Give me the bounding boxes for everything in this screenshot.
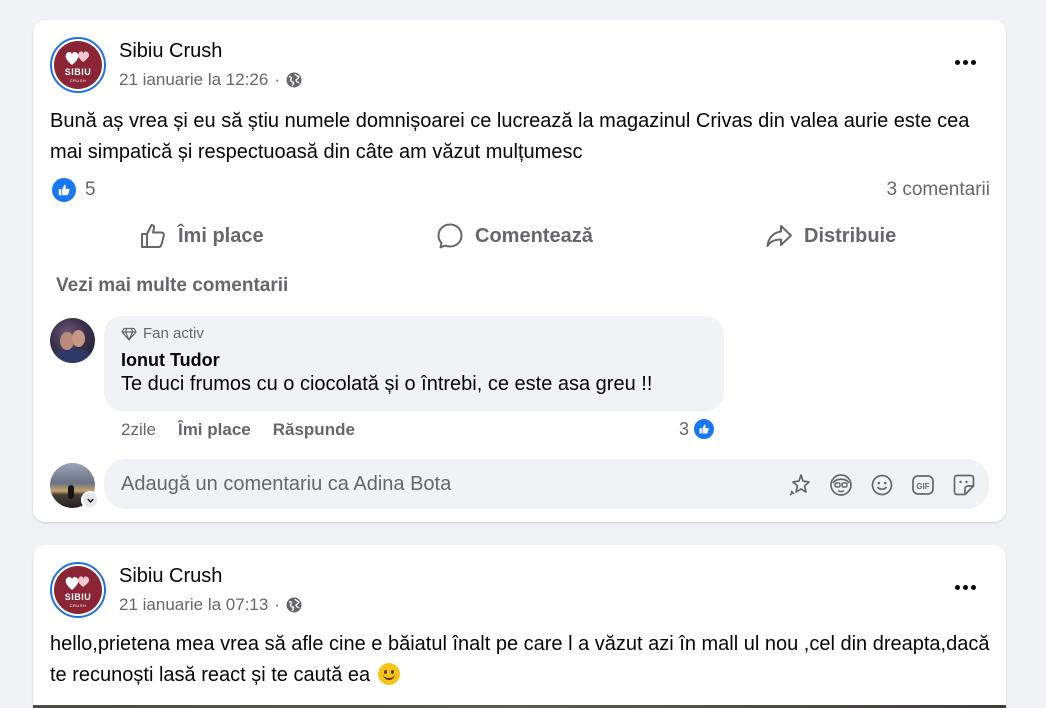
post-text: Bună aș vrea și eu să știu numele domniș… — [50, 110, 970, 163]
comment-actions: 2zile Îmi place Răspunde — [121, 420, 355, 442]
like-label: Îmi place — [178, 224, 264, 247]
svg-text:GIF: GIF — [916, 482, 929, 491]
thumbs-up-outline-icon — [141, 224, 165, 248]
post-date[interactable]: 21 ianuarie la 12:26 — [119, 70, 268, 90]
page-avatar[interactable]: SIBIU CRUSH — [50, 562, 106, 618]
comment-bubble: Fan activ Ionut Tudor Te duci frumos cu … — [104, 316, 724, 411]
see-more-comments-link[interactable]: Vezi mai multe comentarii — [56, 275, 288, 297]
hearts-icon — [65, 576, 90, 590]
post-actions: Îmi place Comentează Distribuie — [50, 216, 990, 256]
speech-bubble-icon — [437, 223, 463, 249]
comment-count[interactable]: 3 comentarii — [887, 179, 991, 201]
comment-reactions[interactable]: 3 — [679, 417, 717, 441]
fan-badge-label: Fan activ — [143, 325, 204, 342]
share-arrow-icon — [766, 225, 792, 247]
comment-time[interactable]: 2zile — [121, 420, 156, 442]
post-text-content: hello,prietena mea vrea să afle cine e b… — [50, 633, 990, 686]
comment-button[interactable]: Comentează — [435, 216, 593, 256]
globe-icon — [286, 72, 302, 88]
comment-input-tools: GIF — [786, 471, 977, 499]
like-count[interactable]: 5 — [85, 179, 96, 201]
share-button[interactable]: Distribuie — [764, 216, 896, 256]
comment-reply-button[interactable]: Răspunde — [273, 420, 355, 442]
post-meta: 21 ianuarie la 07:13 · — [119, 595, 302, 615]
more-options-icon[interactable] — [950, 52, 980, 72]
avatar-sticker-icon[interactable] — [827, 471, 854, 498]
more-options-icon[interactable] — [950, 577, 980, 597]
commenter-avatar[interactable] — [50, 318, 95, 363]
comment-like-button[interactable]: Îmi place — [178, 420, 251, 442]
smiling-face-icon — [377, 663, 400, 685]
diamond-icon — [121, 327, 137, 341]
gif-icon[interactable]: GIF — [909, 471, 936, 498]
post-card: SIBIU CRUSH Sibiu Crush 21 ianuarie la 0… — [33, 545, 1006, 708]
fan-badge[interactable]: Fan activ — [121, 325, 204, 342]
post-date[interactable]: 21 ianuarie la 07:13 — [119, 595, 268, 615]
thumbs-up-icon — [692, 417, 717, 441]
page-logo: SIBIU CRUSH — [54, 566, 102, 614]
comment-text: Te duci frumos cu o ciocolată și o între… — [121, 373, 653, 395]
comment-label: Comentează — [475, 224, 593, 247]
comment-reaction-count: 3 — [679, 418, 690, 439]
post-header: SIBIU CRUSH Sibiu Crush 21 ianuarie la 0… — [33, 545, 1006, 625]
share-label: Distribuie — [804, 224, 897, 247]
logo-subtext: CRUSH — [69, 603, 87, 608]
commenter-name[interactable]: Ionut Tudor — [121, 350, 220, 371]
logo-text: SIBIU — [64, 67, 92, 77]
logo-text: SIBIU — [64, 592, 92, 602]
post-header: SIBIU CRUSH Sibiu Crush 21 ianuarie la 1… — [33, 20, 1006, 100]
hearts-icon — [65, 51, 90, 65]
meta-separator: · — [274, 595, 281, 614]
globe-icon — [286, 597, 302, 613]
like-button[interactable]: Îmi place — [138, 216, 264, 256]
smiley-icon[interactable] — [868, 471, 895, 498]
page-avatar[interactable]: SIBIU CRUSH — [50, 37, 106, 93]
chevron-down-icon[interactable] — [81, 491, 99, 509]
post-meta: 21 ianuarie la 12:26 · — [119, 70, 302, 90]
post-text: hello,prietena mea vrea să afle cine e b… — [50, 629, 990, 691]
sparkle-icon[interactable] — [786, 471, 813, 498]
post-card: SIBIU CRUSH Sibiu Crush 21 ianuarie la 1… — [33, 20, 1006, 522]
logo-subtext: CRUSH — [69, 78, 87, 83]
meta-separator: · — [274, 70, 281, 89]
comment-input-box: GIF — [104, 459, 989, 509]
page-name[interactable]: Sibiu Crush — [119, 40, 222, 63]
thumbs-up-icon[interactable] — [52, 178, 76, 202]
page-logo: SIBIU CRUSH — [54, 41, 102, 89]
post-stats: 5 3 comentarii — [50, 178, 990, 204]
comment-input[interactable] — [121, 459, 761, 509]
sticker-icon[interactable] — [950, 471, 977, 498]
page-name[interactable]: Sibiu Crush — [119, 565, 222, 588]
